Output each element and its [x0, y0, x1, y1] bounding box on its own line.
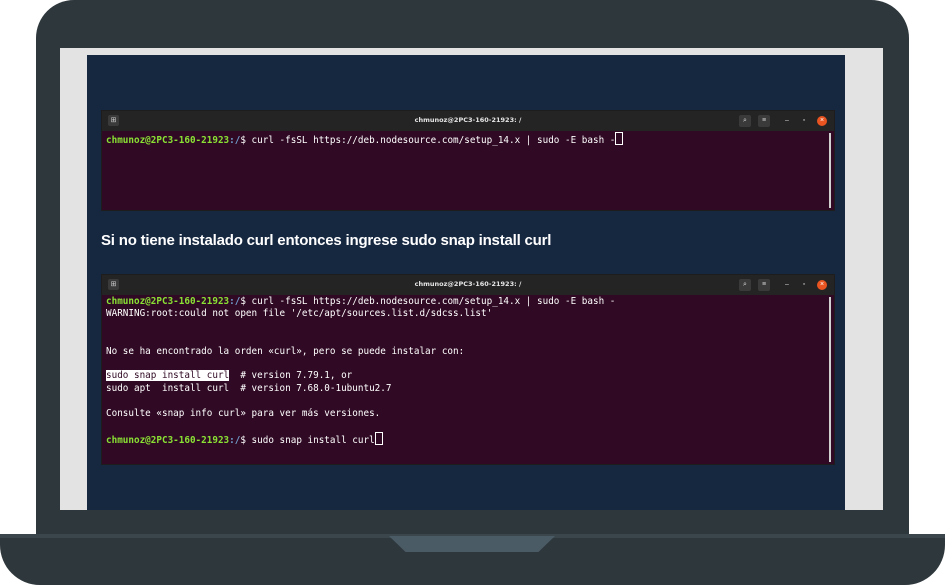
not-found-line: No se ha encontrado la orden «curl», per…: [106, 345, 465, 357]
minimize-icon[interactable]: –: [782, 279, 792, 291]
close-icon[interactable]: ×: [817, 116, 827, 126]
terminal-output[interactable]: chmunoz@2PC3-160-21923:/$ curl -fsSL htt…: [102, 295, 834, 448]
screen: ⊞ chmunoz@2PC3-160-21923: / ⌕ ≡ – ▫ × ch…: [87, 55, 845, 510]
laptop-notch: [389, 536, 555, 552]
terminal-title: chmunoz@2PC3-160-21923: /: [414, 280, 522, 288]
scrollbar[interactable]: [829, 133, 831, 208]
text-cursor: [374, 432, 383, 446]
minimize-icon[interactable]: –: [782, 115, 792, 127]
terminal-title: chmunoz@2PC3-160-21923: /: [414, 116, 522, 124]
terminal-titlebar[interactable]: ⊞ chmunoz@2PC3-160-21923: / ⌕ ≡ – ▫ ×: [102, 111, 834, 131]
terminal-titlebar[interactable]: ⊞ chmunoz@2PC3-160-21923: / ⌕ ≡ – ▫ ×: [102, 275, 834, 295]
text-cursor: [615, 132, 624, 145]
terminal-window-2[interactable]: ⊞ chmunoz@2PC3-160-21923: / ⌕ ≡ – ▫ × ch…: [101, 274, 835, 465]
prompt-path: :/: [229, 296, 241, 307]
maximize-icon[interactable]: ▫: [799, 115, 809, 127]
selected-snap-command: sudo snap install curl: [106, 370, 230, 382]
terminal-output[interactable]: chmunoz@2PC3-160-21923:/$ curl -fsSL htt…: [102, 131, 834, 147]
scrollbar[interactable]: [829, 297, 831, 462]
prompt-user: chmunoz@2PC3-160-21923: [106, 296, 230, 307]
prompt-user: chmunoz@2PC3-160-21923: [106, 435, 230, 447]
instruction-caption: Si no tiene instalado curl entonces ingr…: [101, 232, 552, 249]
consult-line: Consulte «snap info curl» para ver más v…: [106, 407, 381, 419]
prompt-path: :/: [229, 135, 241, 146]
command-text: $ sudo snap install curl: [240, 435, 375, 447]
maximize-icon[interactable]: ▫: [799, 279, 809, 291]
terminal-window-1[interactable]: ⊞ chmunoz@2PC3-160-21923: / ⌕ ≡ – ▫ × ch…: [101, 110, 835, 211]
hamburger-menu-icon[interactable]: ≡: [758, 115, 770, 127]
warning-line: WARNING:root:could not open file '/etc/a…: [106, 308, 493, 320]
command-text: $ curl -fsSL https://deb.nodesource.com/…: [240, 135, 616, 146]
prompt-user: chmunoz@2PC3-160-21923: [106, 135, 230, 146]
prompt-path: :/: [229, 435, 241, 447]
command-text: $ curl -fsSL https://deb.nodesource.com/…: [240, 296, 616, 307]
search-icon[interactable]: ⌕: [739, 115, 751, 127]
search-icon[interactable]: ⌕: [739, 279, 751, 291]
apt-option-line: sudo apt install curl # version 7.68.0-1…: [106, 382, 392, 394]
hamburger-menu-icon[interactable]: ≡: [758, 279, 770, 291]
snap-version-note: # version 7.79.1, or: [229, 370, 353, 382]
close-icon[interactable]: ×: [817, 280, 827, 290]
